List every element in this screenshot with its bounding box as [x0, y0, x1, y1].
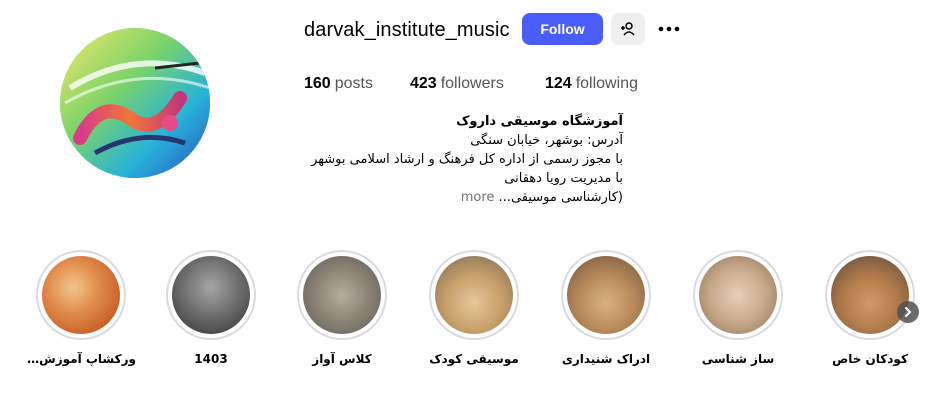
highlight-label: ساز شناسی	[701, 352, 775, 366]
followers-stat[interactable]: 423 followers	[410, 75, 504, 93]
highlights-next-button[interactable]	[897, 301, 919, 323]
bio-line-director: با مدیریت رویا دهقانی	[504, 171, 623, 186]
profile-username: darvak_institute_music	[304, 19, 510, 41]
highlight-ring	[297, 250, 387, 340]
more-options-button[interactable]	[657, 18, 681, 40]
followers-count: 423	[410, 75, 437, 92]
highlight-label: موسیقی کودک	[429, 352, 519, 366]
highlight-label: کلاس آواز	[312, 352, 372, 366]
profile-avatar[interactable]	[60, 28, 210, 178]
following-count: 124	[545, 75, 572, 92]
bio-line-license: با مجوز رسمی از اداره کل فرهنگ و ارشاد ا…	[311, 152, 623, 167]
add-person-icon	[621, 22, 635, 36]
followers-label: followers	[440, 75, 504, 92]
following-stat[interactable]: 124 following	[545, 75, 638, 93]
posts-stat: 160 posts	[304, 75, 373, 93]
highlight-thumbnail	[831, 256, 909, 334]
bio-more-link[interactable]: more	[461, 190, 495, 205]
highlight-item[interactable]: ساز شناسی	[683, 250, 793, 366]
follow-button[interactable]: Follow	[522, 13, 603, 45]
chevron-right-icon	[905, 307, 912, 317]
highlight-item[interactable]: 1403	[156, 250, 266, 366]
bio-line-degree: (کارشناسی موسیقی... more	[293, 188, 623, 207]
highlight-thumbnail	[42, 256, 120, 334]
highlight-thumbnail	[172, 256, 250, 334]
highlight-thumbnail	[303, 256, 381, 334]
highlight-label: 1403	[194, 352, 228, 366]
highlight-item[interactable]: موسیقی کودک	[419, 250, 529, 366]
highlight-label: ادراک شنیداری	[561, 352, 651, 366]
highlight-ring	[429, 250, 519, 340]
highlight-ring	[825, 250, 915, 340]
highlight-label: ورکشاپ آموزش...	[26, 352, 136, 366]
highlight-ring	[166, 250, 256, 340]
highlight-label: کودکان خاص	[832, 352, 908, 366]
highlight-thumbnail	[699, 256, 777, 334]
darvak-logo-icon	[60, 28, 210, 178]
highlight-ring	[36, 250, 126, 340]
ellipsis-icon	[658, 26, 680, 32]
highlight-ring	[561, 250, 651, 340]
highlight-item[interactable]: ادراک شنیداری	[551, 250, 661, 366]
posts-count: 160	[304, 75, 331, 92]
similar-accounts-button[interactable]	[611, 13, 645, 45]
profile-display-name: آموزشگاه موسیقی داروک	[456, 114, 623, 129]
following-label: following	[575, 75, 638, 92]
highlight-ring	[693, 250, 783, 340]
highlight-item[interactable]: ورکشاپ آموزش...	[26, 250, 136, 366]
bio-line-degree-text: (کارشناسی موسیقی...	[498, 190, 623, 205]
story-highlights: ورکشاپ آموزش... 1403 کلاس آواز موسیقی کو…	[0, 250, 931, 380]
bio-line-address: آدرس: بوشهر، خیابان سنگی	[470, 133, 623, 148]
highlight-thumbnail	[435, 256, 513, 334]
posts-label: posts	[334, 75, 373, 92]
profile-bio: آموزشگاه موسیقی داروک آدرس: بوشهر، خیابا…	[293, 112, 623, 207]
highlight-item[interactable]: کلاس آواز	[287, 250, 397, 366]
highlight-thumbnail	[567, 256, 645, 334]
